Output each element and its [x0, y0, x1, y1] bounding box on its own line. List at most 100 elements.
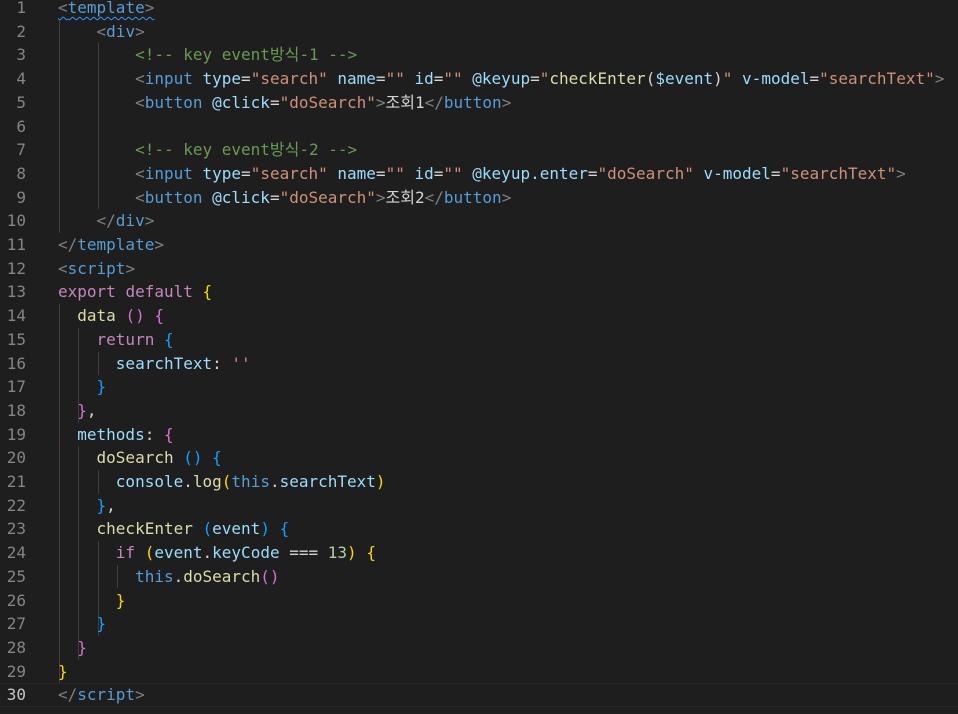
code-line[interactable]: 17 }: [0, 375, 958, 399]
code-editor[interactable]: 1 <template> 2 <div> 3 <!-- key event방식-1 -…: [0, 0, 958, 714]
line-number: 13: [6, 282, 26, 302]
line-content[interactable]: </div>: [58, 209, 155, 233]
code-token: button: [443, 187, 502, 207]
code-line[interactable]: 27 }: [0, 612, 958, 636]
code-token: </: [424, 92, 444, 112]
line-content[interactable]: doSearch () {: [58, 446, 222, 470]
line-number: 1: [16, 0, 26, 17]
line-content[interactable]: <button @click="doSearch">조회2</button>: [58, 186, 511, 210]
code-line[interactable]: 4 <input type="search" name="" id="" @ke…: [0, 67, 958, 91]
code-line[interactable]: 1 <template>: [0, 0, 958, 20]
code-line[interactable]: 10 </div>: [0, 209, 958, 233]
line-content[interactable]: console.log(this.searchText): [58, 470, 386, 494]
code-token: @click: [212, 92, 270, 112]
line-number: 30: [6, 685, 26, 705]
code-line[interactable]: 13 export default {: [0, 280, 958, 304]
code-token: =: [433, 163, 444, 183]
line-number: 23: [6, 519, 26, 539]
line-content[interactable]: },: [58, 399, 96, 423]
line-content[interactable]: if (event.keyCode === 13) {: [58, 541, 376, 565]
code-token: (): [183, 448, 203, 468]
line-content[interactable]: methods: {: [58, 423, 174, 447]
code-line[interactable]: 12 <script>: [0, 257, 958, 281]
line-content[interactable]: </template>: [58, 233, 164, 257]
line-content[interactable]: }: [58, 660, 68, 684]
line-number: 11: [6, 235, 26, 254]
code-line[interactable]: 6: [0, 115, 958, 139]
code-token: .: [183, 472, 193, 491]
code-line[interactable]: 26 }: [0, 589, 958, 613]
line-content[interactable]: },: [58, 494, 116, 518]
code-token: button: [144, 92, 203, 112]
line-content[interactable]: }: [58, 589, 126, 613]
code-token: {: [366, 543, 376, 563]
code-line[interactable]: 14 data () {: [0, 304, 958, 328]
code-line[interactable]: 7 <!-- key event방식-2 -->: [0, 138, 958, 162]
code-line[interactable]: 24 if (event.keyCode === 13) {: [0, 541, 958, 565]
code-line[interactable]: 29}: [0, 660, 958, 684]
code-line[interactable]: 19 methods: {: [0, 423, 958, 447]
code-token: id: [414, 69, 434, 89]
code-line[interactable]: 18 },: [0, 399, 958, 423]
code-line[interactable]: 5 <button @click="doSearch">조회1</button>: [0, 91, 958, 115]
line-content[interactable]: <button @click="doSearch">조회1</button>: [58, 91, 511, 115]
code-token: 13: [327, 543, 348, 563]
line-content[interactable]: return {: [58, 328, 174, 352]
line-content[interactable]: <template>: [58, 0, 154, 20]
code-token: methods: [77, 424, 145, 444]
code-token: ,: [106, 495, 116, 515]
line-content[interactable]: <input type="search" name="" id="" @keyu…: [58, 67, 944, 91]
code-line[interactable]: 2 <div>: [0, 20, 958, 44]
code-token: <: [135, 163, 145, 183]
code-token: searchText: [279, 472, 376, 491]
line-content[interactable]: <!-- key event방식-2 -->: [58, 138, 357, 162]
code-line[interactable]: 21 console.log(this.searchText): [0, 470, 958, 494]
line-content[interactable]: }: [58, 636, 87, 660]
line-content[interactable]: </script>: [58, 683, 145, 707]
line-content[interactable]: <div>: [58, 20, 145, 44]
code-token: {: [163, 424, 174, 444]
code-line[interactable]: 20 doSearch () {: [0, 446, 958, 470]
line-content[interactable]: data () {: [58, 304, 164, 328]
code-line[interactable]: 3 <!-- key event방식-1 -->: [0, 43, 958, 67]
line-content[interactable]: <input type="search" name="" id="" @keyu…: [58, 162, 906, 186]
line-content[interactable]: searchText: '': [58, 352, 251, 376]
code-line[interactable]: 11 </template>: [0, 233, 958, 257]
code-token: "": [385, 163, 405, 183]
line-content[interactable]: checkEnter (event) {: [58, 517, 290, 541]
line-content[interactable]: <!-- key event방식-1 -->: [58, 43, 357, 67]
code-line[interactable]: 16 searchText: '': [0, 352, 958, 376]
code-token: ": [539, 69, 550, 89]
code-token: <: [135, 69, 145, 89]
code-token: .: [269, 472, 280, 491]
code-token: "searchText": [819, 69, 935, 89]
line-number: 8: [16, 163, 26, 183]
line-content[interactable]: this.doSearch(): [58, 565, 280, 589]
line-content[interactable]: export default {: [58, 280, 212, 304]
code-line[interactable]: 25 this.doSearch(): [0, 565, 958, 589]
code-line[interactable]: 8 <input type="search" name="" id="" @ke…: [0, 162, 958, 186]
code-line[interactable]: 23 checkEnter (event) {: [0, 517, 958, 541]
code-token: v-model: [742, 69, 810, 89]
line-content[interactable]: }: [58, 375, 107, 399]
code-line[interactable]: 28 }: [0, 636, 958, 660]
code-token: button: [144, 187, 203, 207]
code-line[interactable]: 30 </script>: [0, 683, 958, 707]
code-line[interactable]: 9 <button @click="doSearch">조회2</button>: [0, 186, 958, 210]
code-token: =: [241, 163, 251, 183]
code-line[interactable]: 22 },: [0, 494, 958, 518]
line-content[interactable]: <script>: [58, 257, 135, 281]
code-token: >: [135, 21, 145, 41]
line-number: 18: [6, 400, 26, 420]
line-content[interactable]: }: [58, 612, 107, 636]
code-line[interactable]: 15 return {: [0, 328, 958, 352]
